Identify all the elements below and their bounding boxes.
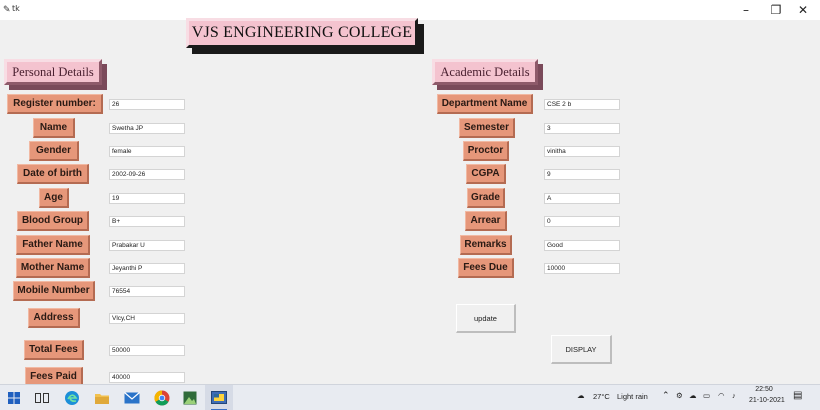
college-title-banner: VJS ENGINEERING COLLEGE bbox=[186, 18, 430, 55]
fees-due-label: Fees Due bbox=[458, 258, 514, 278]
total-fees-label: Total Fees bbox=[24, 340, 84, 360]
semester-label: Semester bbox=[459, 118, 515, 138]
mobile-number-field[interactable] bbox=[109, 286, 185, 297]
edge-browser-icon[interactable] bbox=[63, 389, 81, 407]
cgpa-field[interactable] bbox=[544, 169, 620, 180]
address-field[interactable] bbox=[109, 313, 185, 324]
college-title: VJS ENGINEERING COLLEGE bbox=[191, 24, 413, 41]
tk-feather-icon: ✎ bbox=[3, 4, 11, 14]
arrear-label: Arrear bbox=[465, 211, 507, 231]
settings-icon[interactable]: ⚙ bbox=[676, 391, 683, 400]
weather-description: Light rain bbox=[617, 392, 648, 401]
proctor-label: Proctor bbox=[463, 141, 509, 161]
mother-name-label: Mother Name bbox=[16, 258, 90, 278]
father-name-label: Father Name bbox=[16, 235, 90, 255]
close-button[interactable]: ✕ bbox=[793, 2, 813, 18]
display-button[interactable]: DISPLAY bbox=[551, 335, 612, 364]
clock-date[interactable]: 21-10-2021 bbox=[749, 397, 785, 404]
age-label: Age bbox=[39, 188, 69, 208]
register-number-field[interactable] bbox=[109, 99, 185, 110]
name-field[interactable] bbox=[109, 123, 185, 134]
chrome-icon[interactable] bbox=[153, 389, 171, 407]
window-title-bar: ✎ tk – ❐ ✕ bbox=[0, 0, 820, 20]
father-name-field[interactable] bbox=[109, 240, 185, 251]
weather-icon[interactable]: ☁ bbox=[577, 391, 585, 400]
chevron-up-icon[interactable]: ⌃ bbox=[662, 390, 670, 401]
battery-icon[interactable]: ▭ bbox=[703, 391, 710, 400]
department-name-label: Department Name bbox=[437, 94, 533, 114]
mobile-number-label: Mobile Number bbox=[13, 281, 95, 301]
photos-icon[interactable] bbox=[181, 389, 199, 407]
update-button[interactable]: update bbox=[456, 304, 516, 333]
personal-details-heading: Personal Details bbox=[4, 59, 108, 91]
arrear-field[interactable] bbox=[544, 216, 620, 227]
proctor-field[interactable] bbox=[544, 146, 620, 157]
blood-group-label: Blood Group bbox=[17, 211, 89, 231]
fees-paid-field[interactable] bbox=[109, 372, 185, 383]
blood-group-field[interactable] bbox=[109, 216, 185, 227]
date-of-birth-field[interactable] bbox=[109, 169, 185, 180]
remarks-field[interactable] bbox=[544, 240, 620, 251]
window-title: tk bbox=[12, 4, 20, 13]
grade-field[interactable] bbox=[544, 193, 620, 204]
address-label: Address bbox=[28, 308, 80, 328]
task-view-icon[interactable] bbox=[33, 389, 51, 407]
file-explorer-icon[interactable] bbox=[93, 389, 111, 407]
notification-icon[interactable]: ▤ bbox=[793, 390, 802, 401]
python-icon[interactable] bbox=[210, 389, 228, 407]
age-field[interactable] bbox=[109, 193, 185, 204]
wifi-icon[interactable]: ◠ bbox=[718, 391, 725, 400]
grade-label: Grade bbox=[467, 188, 505, 208]
total-fees-field[interactable] bbox=[109, 345, 185, 356]
fees-due-field[interactable] bbox=[544, 263, 620, 274]
mail-icon[interactable] bbox=[123, 389, 141, 407]
register-number-label: Register number: bbox=[7, 94, 103, 114]
cgpa-label: CGPA bbox=[466, 164, 506, 184]
date-of-birth-label: Date of birth bbox=[17, 164, 89, 184]
department-name-field[interactable] bbox=[544, 99, 620, 110]
maximize-button[interactable]: ❐ bbox=[766, 2, 786, 18]
minimize-button[interactable]: – bbox=[736, 2, 756, 18]
gender-label: Gender bbox=[29, 141, 79, 161]
name-label: Name bbox=[33, 118, 75, 138]
academic-details-heading-text: Academic Details bbox=[440, 64, 530, 79]
remarks-label: Remarks bbox=[460, 235, 512, 255]
semester-field[interactable] bbox=[544, 123, 620, 134]
mother-name-field[interactable] bbox=[109, 263, 185, 274]
windows-start-icon[interactable] bbox=[5, 389, 23, 407]
gender-field[interactable] bbox=[109, 146, 185, 157]
volume-icon[interactable]: ♪ bbox=[732, 391, 736, 400]
academic-details-heading: Academic Details bbox=[432, 59, 544, 91]
clock-time[interactable]: 22:50 bbox=[750, 386, 778, 393]
windows-taskbar: ☁ 27°C Light rain ⌃ ⚙ ☁ ▭ ◠ ♪ 22:50 21-1… bbox=[0, 384, 820, 410]
personal-details-heading-text: Personal Details bbox=[12, 64, 94, 79]
weather-temperature: 27°C bbox=[593, 392, 610, 401]
cloud-icon[interactable]: ☁ bbox=[689, 391, 697, 400]
